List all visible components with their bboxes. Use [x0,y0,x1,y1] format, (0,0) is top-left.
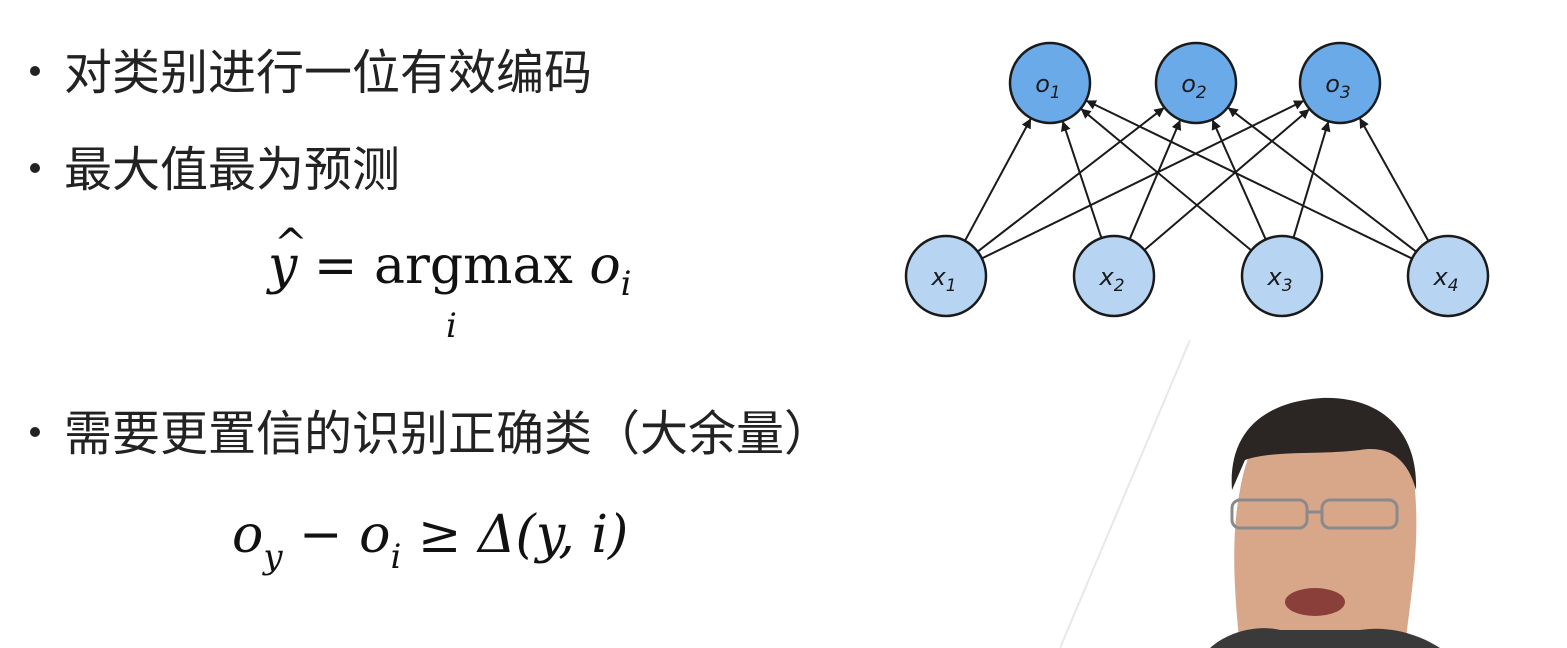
edge-x3-o2 [1211,119,1267,240]
softmax-network-diagram: o1 o2 o3 x1 x2 x3 x4 [904,41,1490,318]
argmax-formula: y ^ = argmax oi [268,221,632,314]
formula-o-i: o [359,505,391,565]
formula-o-subscript: i [620,264,632,304]
formula-argmax: argmax [374,236,573,296]
bullet-text: 需要更置信的识别正确类（大余量） [64,406,833,462]
edge-x4-o2 [1227,107,1417,253]
bullet-dot-icon [30,66,40,76]
formula-hat-accent: ^ [274,221,308,267]
presenter-video [1060,340,1440,648]
formula-o-y: o [232,505,264,565]
formula-equals: = [297,236,375,296]
output-node-2: o2 [1154,41,1238,125]
input-node-3: x3 [1240,234,1324,318]
margin-formula: oy − oi ≥ Δ(y, i) [232,505,628,587]
edge-x4-o3 [1359,117,1430,242]
bullet-margin: 需要更置信的识别正确类（大余量） [30,404,832,464]
network-edges [964,99,1430,260]
formula-geq: ≥ [401,505,478,565]
formula-delta: Δ(y, i) [478,505,629,565]
bullet-text: 最大值最为预测 [64,142,401,198]
bullet-text: 对类别进行一位有效编码 [64,45,593,101]
edge-x1-o1 [964,118,1032,242]
output-node-3: o3 [1298,41,1382,125]
input-node-2: x2 [1072,234,1156,318]
network-nodes: o1 o2 o3 x1 x2 x3 x4 [904,41,1490,318]
edge-x2-o1 [1060,120,1103,239]
input-node-1: x1 [904,234,988,318]
edge-x2-o2 [1128,119,1182,240]
edge-x1-o2 [977,107,1165,253]
output-node-1: o1 [1008,41,1092,125]
formula-o-y-subscript: y [263,537,283,577]
video-edge-line [1060,340,1191,648]
argmax-subscript: i [446,306,457,346]
bullet-one-hot-encoding: 对类别进行一位有效编码 [30,43,592,103]
formula-minus: − [282,505,360,565]
input-node-4: x4 [1406,234,1490,318]
bullet-max-prediction: 最大值最为预测 [30,140,400,200]
formula-o: o [572,236,621,296]
bullet-dot-icon [30,427,40,437]
bullet-dot-icon [30,163,40,173]
formula-o-i-subscript: i [390,537,402,577]
presenter-image [1210,397,1440,648]
formula-y-hat: y ^ [268,221,308,296]
